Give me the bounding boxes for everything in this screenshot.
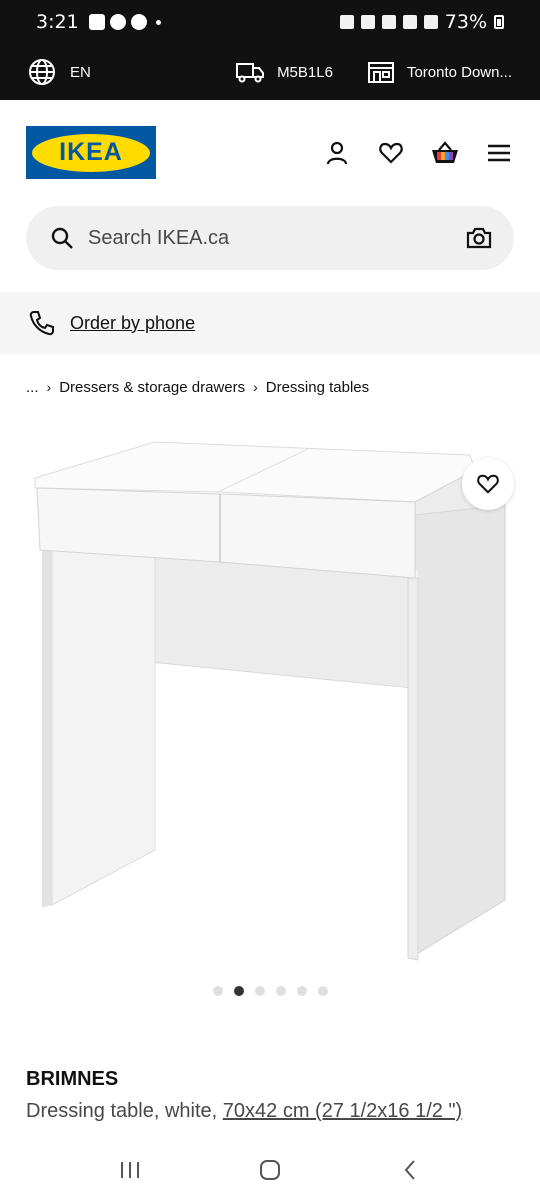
search-input[interactable] [88, 226, 466, 250]
recent-apps-icon [121, 1162, 139, 1178]
heart-icon [379, 142, 403, 164]
gallery-icon [88, 14, 105, 30]
status-bar: 3:21 73% [0, 0, 540, 44]
hd-voice-icon [402, 15, 417, 29]
favourites-button[interactable] [376, 138, 406, 168]
user-icon [326, 141, 348, 164]
alarm-icon [339, 15, 354, 29]
add-to-favourites-button[interactable] [462, 458, 514, 510]
header-actions [322, 138, 514, 168]
product-description: Dressing table, white, 70x42 cm (27 1/2x… [26, 1100, 462, 1123]
search-bar [26, 206, 514, 270]
language-label: EN [70, 63, 91, 81]
menu-button[interactable] [484, 138, 514, 168]
delivery-truck-icon [236, 63, 265, 83]
store-icon [367, 62, 394, 83]
breadcrumb-ellipsis[interactable]: ... [26, 379, 39, 396]
system-nav-bar [0, 1140, 540, 1200]
site-header: IKEA [0, 100, 540, 205]
mute-icon [360, 15, 375, 29]
chevron-right-icon: › [253, 379, 258, 395]
chevron-right-icon: › [46, 379, 52, 395]
account-button[interactable] [322, 138, 352, 168]
product-type: Dressing table, white, [26, 1100, 223, 1122]
ikea-logo[interactable]: IKEA [26, 126, 156, 179]
store-selector[interactable]: Toronto Down... [367, 60, 512, 84]
back-icon [404, 1160, 415, 1180]
status-time: 3:21 [36, 11, 79, 33]
messenger-icon [109, 14, 126, 30]
home-icon [260, 1160, 280, 1180]
postal-code-selector[interactable]: M5B1L6 [235, 60, 333, 84]
wifi-icon [381, 15, 396, 29]
logo-text: IKEA [59, 138, 123, 166]
carousel-dot[interactable] [317, 986, 328, 996]
order-by-phone-bar: Order by phone [0, 292, 540, 354]
carousel-dot[interactable] [296, 986, 307, 996]
info-bar: EN M5B1L6 Toronto Down... [0, 44, 540, 100]
battery-icon [494, 15, 504, 29]
more-notifications-icon [155, 19, 161, 25]
order-by-phone-link[interactable]: Order by phone [70, 313, 195, 334]
product-dimensions-link[interactable]: 70x42 cm (27 1/2x16 1/2 ") [223, 1100, 462, 1122]
signal-icon [423, 15, 438, 29]
product-image[interactable] [0, 420, 540, 975]
product-name: BRIMNES [26, 1068, 119, 1090]
phone-icon [29, 311, 54, 336]
chat-icon [130, 14, 147, 30]
notification-icons [88, 14, 161, 30]
home-button[interactable] [250, 1150, 290, 1190]
postal-code: M5B1L6 [277, 63, 333, 81]
carousel-dot[interactable] [254, 986, 265, 996]
carousel-dot[interactable] [275, 986, 286, 996]
store-name: Toronto Down... [406, 63, 512, 81]
camera-search-icon[interactable] [466, 227, 492, 249]
system-icons: 73% [339, 11, 504, 33]
search-icon [51, 227, 73, 249]
hamburger-menu-icon [488, 144, 510, 161]
heart-icon [477, 474, 499, 494]
carousel-dot[interactable] [212, 986, 223, 996]
carousel-dot[interactable] [233, 986, 244, 996]
breadcrumb-item-dressing-tables[interactable]: Dressing tables [266, 379, 369, 396]
logo-oval: IKEA [32, 133, 150, 172]
cart-button[interactable] [430, 138, 460, 168]
breadcrumb-item-dressers[interactable]: Dressers & storage drawers [59, 379, 245, 396]
breadcrumb: ... › Dressers & storage drawers › Dress… [26, 374, 369, 400]
carousel-indicator [0, 986, 540, 996]
globe-icon [29, 59, 55, 85]
battery-percent: 73% [444, 11, 487, 33]
recent-apps-button[interactable] [110, 1150, 150, 1190]
language-selector[interactable]: EN [28, 58, 91, 86]
back-button[interactable] [390, 1150, 430, 1190]
shopping-bag-icon [432, 140, 458, 163]
